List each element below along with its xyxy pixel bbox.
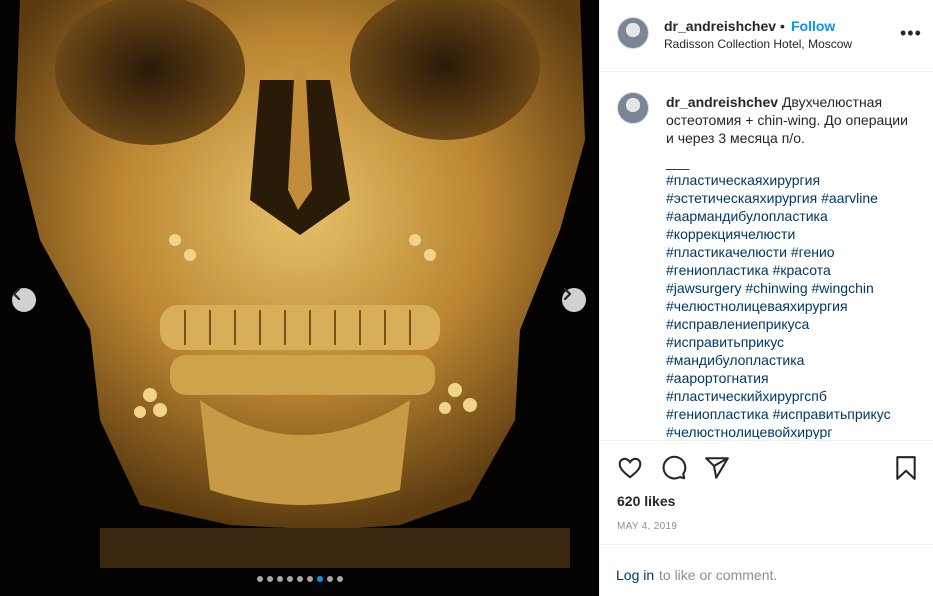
carousel-dot xyxy=(286,576,293,582)
hashtag-line[interactable]: #эстетическаяхирургия #aarvline xyxy=(666,189,926,207)
header-username[interactable]: dr_andreishchev xyxy=(664,18,776,34)
post-sidebar: dr_andreishchev • Follow Radisson Collec… xyxy=(599,0,933,596)
hashtag-line[interactable]: #jawsurgery #chinwing #wingchin xyxy=(666,279,926,297)
hashtag-line[interactable]: #пластическийхирургспб xyxy=(666,387,926,405)
action-bar: 620 likes MAY 4, 2019 Log in to like or … xyxy=(600,440,933,596)
hashtag-line[interactable]: #мандибулопластика xyxy=(666,351,926,369)
caption-separator: ___ xyxy=(666,154,690,170)
hashtag-list: ___ #пластическаяхирургия #эстетическаяхи… xyxy=(666,153,926,439)
hashtag-line[interactable]: #челюстнолицеваяхирургия xyxy=(666,297,926,315)
ct-scan-image xyxy=(0,0,599,596)
post-header: dr_andreishchev • Follow Radisson Collec… xyxy=(600,0,933,72)
carousel-indicator xyxy=(0,576,599,582)
chevron-right-icon xyxy=(563,288,572,300)
hashtag-line[interactable]: #пластическаяхирургия xyxy=(666,171,926,189)
caption-author[interactable]: dr_andreishchev xyxy=(666,94,778,110)
hashtag-line[interactable]: #аармандибулопластика xyxy=(666,207,926,225)
likes-count[interactable]: 620 likes xyxy=(617,493,675,509)
hashtag-line[interactable]: #пластикачелюсти #генио xyxy=(666,243,926,261)
more-icon[interactable]: ••• xyxy=(900,24,922,42)
heart-icon[interactable] xyxy=(617,455,643,481)
carousel-dot xyxy=(256,576,263,582)
carousel-dot-active xyxy=(316,576,323,582)
hashtag-line[interactable]: #гениопластика #красота xyxy=(666,261,926,279)
post-date: MAY 4, 2019 xyxy=(617,521,678,532)
login-link[interactable]: Log in xyxy=(616,567,654,583)
hashtag-line[interactable]: #исправитьприкус xyxy=(666,333,926,351)
hashtag-line[interactable]: #коррекциячелюсти xyxy=(666,225,926,243)
avatar[interactable] xyxy=(617,17,649,49)
location-link[interactable]: Radisson Collection Hotel, Moscow xyxy=(664,37,852,51)
hashtag-line[interactable]: #исправлениеприкуса xyxy=(666,315,926,333)
hashtag-line[interactable]: #аарортогнатия xyxy=(666,369,926,387)
comments-area[interactable]: dr_andreishchev Двухчелюстная остеотомия… xyxy=(600,73,933,439)
carousel-dot xyxy=(276,576,283,582)
post-media[interactable] xyxy=(0,0,599,596)
carousel-dot xyxy=(296,576,303,582)
login-prompt-text: to like or comment. xyxy=(659,567,778,583)
carousel-dot xyxy=(336,576,343,582)
carousel-prev-button[interactable] xyxy=(12,288,36,312)
carousel-next-button[interactable] xyxy=(562,288,586,312)
carousel-dot xyxy=(266,576,273,582)
bookmark-icon[interactable] xyxy=(894,455,918,481)
caption-avatar[interactable] xyxy=(617,92,649,124)
carousel-dot xyxy=(306,576,313,582)
hashtag-line[interactable]: #гениопластика #исправитьприкус xyxy=(666,405,926,423)
share-icon[interactable] xyxy=(704,455,730,481)
header-bullet: • xyxy=(780,18,785,34)
hashtag-line[interactable]: #челюстнолицевойхирург xyxy=(666,423,926,439)
carousel-dot xyxy=(326,576,333,582)
comment-icon[interactable] xyxy=(661,455,687,481)
login-prompt: Log in to like or comment. xyxy=(600,544,933,596)
caption: dr_andreishchev Двухчелюстная остеотомия… xyxy=(666,93,918,147)
chevron-left-icon xyxy=(12,288,21,300)
follow-button[interactable]: Follow xyxy=(791,18,835,34)
